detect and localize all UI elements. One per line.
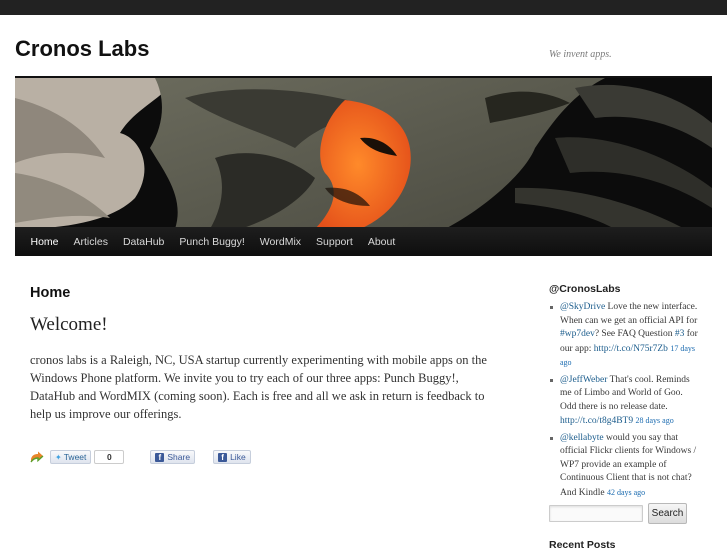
nav-item-wordmix[interactable]: WordMix (252, 236, 308, 248)
tweet-item: @JeffWeber That's cool. Reminds me of Li… (549, 374, 699, 429)
facebook-like-button[interactable]: f Like (213, 450, 251, 464)
twitter-bird-icon: ✦ (55, 452, 62, 462)
search-button[interactable]: Search (648, 503, 687, 524)
nav-item-support[interactable]: Support (309, 236, 361, 248)
nav-item-punch-buggy[interactable]: Punch Buggy! (172, 236, 252, 248)
facebook-icon: f (218, 452, 228, 462)
share-arrow-icon[interactable] (30, 450, 44, 464)
nav-item-articles[interactable]: Articles (66, 236, 115, 248)
hashtag-link[interactable]: #3 (675, 329, 685, 339)
header-banner-image (15, 76, 712, 229)
search-input[interactable] (549, 505, 643, 522)
nav-item-home[interactable]: Home (23, 236, 66, 248)
nav-item-about[interactable]: About (360, 236, 402, 248)
main-content: Home Welcome! cronos labs is a Raleigh, … (30, 285, 500, 423)
tweet-user-link[interactable]: @JeffWeber (560, 375, 607, 385)
header-artwork (15, 78, 712, 229)
facebook-icon: f (155, 452, 165, 462)
facebook-like-label: Like (230, 452, 246, 462)
tweet-label: Tweet (63, 452, 87, 462)
main-navigation: Home Articles DataHub Punch Buggy! WordM… (15, 227, 712, 256)
tweet-item: @kellabyte would you say that official F… (549, 432, 699, 501)
site-tagline: We invent apps. (549, 49, 612, 60)
sidebar: @CronosLabs @SkyDrive Love the new inter… (549, 283, 699, 503)
tweet-timestamp[interactable]: 28 days ago (635, 416, 673, 425)
tweet-user-link[interactable]: @kellabyte (560, 433, 604, 443)
tweet-item: @SkyDrive Love the new interface. When c… (549, 301, 699, 371)
welcome-heading: Welcome! (30, 314, 108, 335)
tweet-url-link[interactable]: http://t.co/N75r7Zb (594, 344, 668, 354)
top-bar (0, 0, 727, 15)
tweet-button[interactable]: ✦ Tweet (50, 450, 92, 464)
twitter-widget-title[interactable]: @CronosLabs (549, 283, 699, 295)
tweet-timestamp[interactable]: 42 days ago (607, 488, 645, 497)
site-title[interactable]: Cronos Labs (15, 36, 149, 62)
facebook-share-button[interactable]: f Share (150, 450, 196, 464)
tweet-text: ? See FAQ Question (594, 329, 675, 339)
hashtag-link[interactable]: #wp7dev (560, 329, 595, 339)
tweet-count: 0 (94, 450, 125, 464)
facebook-share-label: Share (167, 452, 191, 462)
search-form: Search (549, 503, 687, 524)
tweet-list: @SkyDrive Love the new interface. When c… (549, 301, 699, 500)
intro-paragraph: cronos labs is a Raleigh, NC, USA startu… (30, 353, 487, 421)
nav-item-datahub[interactable]: DataHub (115, 236, 171, 248)
tweet-url-link[interactable]: http://t.co/t8g4BT9 (560, 416, 633, 426)
share-toolbar: ✦ Tweet 0 f Share f Like (30, 449, 251, 465)
tweet-user-link[interactable]: @SkyDrive (560, 302, 605, 312)
recent-posts-title: Recent Posts (549, 539, 616, 551)
page-title: Home (30, 285, 71, 301)
